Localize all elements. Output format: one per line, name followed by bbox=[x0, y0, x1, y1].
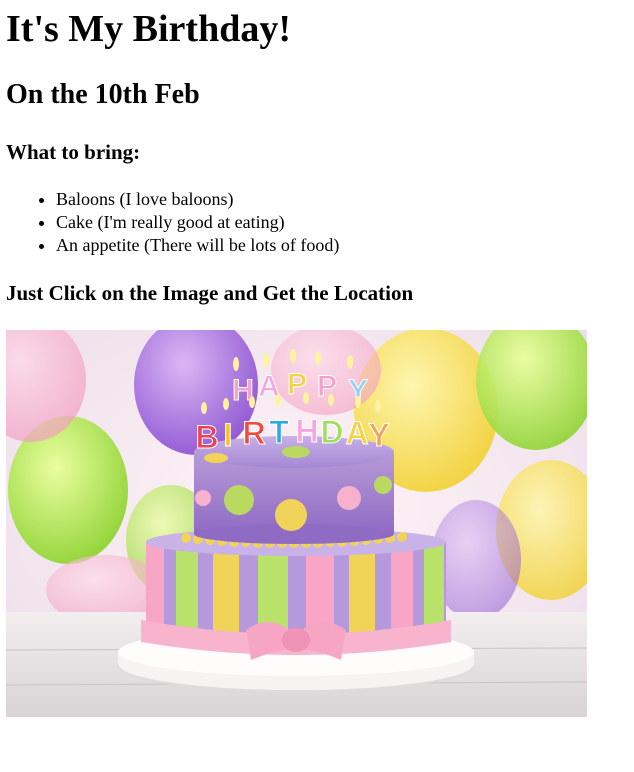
candle-letter: B bbox=[195, 419, 218, 455]
bring-list: Baloons (I love baloons) Cake (I'm reall… bbox=[6, 188, 339, 257]
candle-letter: P bbox=[317, 370, 337, 403]
candle-letter: D bbox=[320, 414, 343, 450]
candle-letter: Y bbox=[368, 417, 389, 453]
candle-letter: A bbox=[345, 415, 368, 451]
list-item: Cake (I'm really good at eating) bbox=[56, 211, 339, 234]
list-item: Baloons (I love baloons) bbox=[56, 188, 339, 211]
candle-letter: T bbox=[269, 414, 289, 450]
date-heading: On the 10th Feb bbox=[6, 79, 200, 110]
bring-heading: What to bring: bbox=[6, 140, 141, 164]
candle-letter: I bbox=[224, 417, 233, 453]
location-image-link[interactable]: H A P P Y B I R T H D A Y bbox=[6, 330, 587, 717]
page-title: It's My Birthday! bbox=[6, 8, 291, 50]
candle-letter: R bbox=[242, 415, 265, 451]
birthday-cake-image[interactable]: H A P P Y B I R T H D A Y bbox=[6, 330, 587, 717]
location-heading: Just Click on the Image and Get the Loca… bbox=[6, 281, 414, 305]
candle-letter: H bbox=[295, 413, 318, 449]
list-item: An appetite (There will be lots of food) bbox=[56, 234, 339, 257]
